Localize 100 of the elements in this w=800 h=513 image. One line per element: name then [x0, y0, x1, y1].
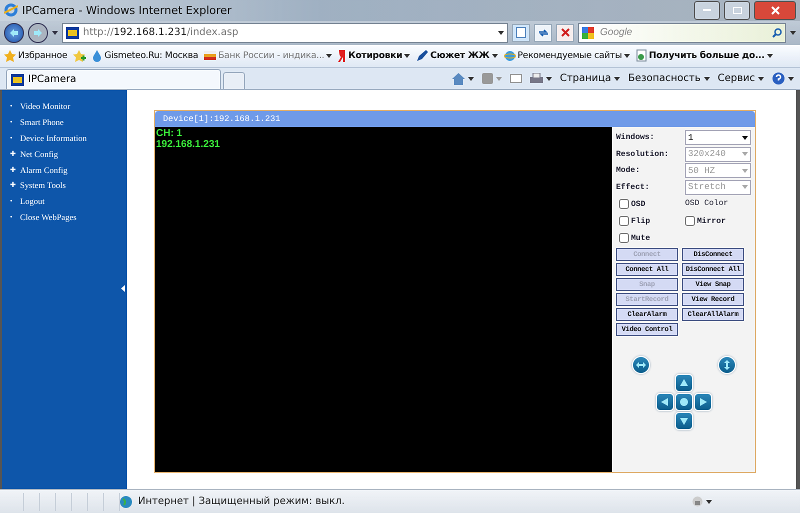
globe-icon: [504, 50, 516, 62]
close-icon: [770, 6, 780, 15]
caret-icon: [468, 76, 474, 81]
center-button[interactable]: [674, 393, 692, 412]
refresh-icon: [538, 28, 548, 38]
setting-label: Windows:: [616, 133, 654, 142]
caret-icon: [614, 76, 620, 81]
caret-icon: [492, 54, 498, 58]
minimize-button[interactable]: [694, 0, 720, 20]
add-favorite-icon[interactable]: [73, 50, 86, 62]
search-icon[interactable]: [772, 28, 782, 38]
caret-icon: [498, 30, 504, 35]
caret-icon: [788, 76, 794, 81]
security-zone-label: Интернет | Защищенный режим: выкл.: [138, 496, 345, 508]
checkbox[interactable]: [619, 216, 629, 226]
checkbox-label: Flip: [631, 216, 650, 226]
globe-icon: [120, 496, 132, 508]
ip-label: 192.168.1.231: [156, 139, 221, 150]
compatibility-button[interactable]: [512, 24, 530, 42]
setting-label: Effect:: [616, 182, 650, 192]
right-arrow-icon: [33, 28, 43, 38]
maximize-icon: [732, 6, 742, 14]
up-arrow-icon: [678, 378, 688, 388]
left-arrow-icon: [9, 28, 19, 38]
setting-select[interactable]: 1: [685, 130, 751, 146]
favorites-button[interactable]: Избранное: [4, 50, 68, 62]
close-icon: [560, 28, 570, 38]
close-button[interactable]: [754, 0, 796, 20]
help-icon: [772, 72, 785, 86]
zoom-button[interactable]: [692, 496, 712, 508]
caret-icon: [742, 168, 748, 173]
flag-icon: [204, 50, 216, 61]
favorite-link[interactable]: Котировки: [338, 50, 410, 62]
star-icon: [4, 50, 16, 62]
back-button[interactable]: [4, 22, 24, 43]
horizontal-arrows-icon: [636, 360, 646, 370]
forward-button[interactable]: [28, 22, 48, 43]
checkbox-label: Mirror: [697, 216, 726, 226]
horizontal-scan-button[interactable]: [632, 356, 650, 374]
checkbox[interactable]: [685, 216, 695, 226]
device-title: Device[1]:192.168.1.231: [155, 111, 755, 128]
caret-icon: [706, 500, 712, 504]
search-provider-icon: [582, 26, 594, 39]
caret-icon: [496, 76, 502, 81]
help-button[interactable]: [772, 72, 794, 86]
logo-icon: [66, 26, 79, 39]
page-icon: [636, 49, 647, 62]
vertical-arrows-icon: [722, 360, 732, 370]
vertical-scan-button[interactable]: [718, 356, 736, 374]
minimize-icon: [703, 8, 711, 12]
caret-icon: [52, 30, 58, 35]
pen-icon: [416, 50, 428, 62]
caret-icon: [758, 76, 764, 81]
command-menu[interactable]: Безопасность: [628, 73, 710, 84]
right-arrow-icon: [698, 397, 708, 408]
print-button[interactable]: [530, 73, 552, 84]
circle-icon: [678, 397, 688, 408]
caret-icon: [326, 54, 332, 58]
checkbox[interactable]: [619, 198, 629, 209]
osd-color-label: OSD Color: [685, 199, 728, 208]
command-menu[interactable]: Сервис: [718, 73, 764, 84]
pan-left-button[interactable]: [656, 393, 674, 412]
logo-icon: [11, 74, 24, 86]
window-title: IPCamera - Windows Internet Explorer: [22, 4, 233, 17]
caret-icon: [742, 185, 748, 190]
channel-label: CH: 1: [156, 128, 184, 140]
browser-tab[interactable]: IPCamera: [6, 69, 221, 90]
down-arrow-icon: [678, 416, 688, 426]
favorite-link[interactable]: Банк России - индика...: [204, 50, 332, 61]
search-field[interactable]: Google: [578, 22, 786, 43]
command-menu[interactable]: Страница: [560, 73, 620, 84]
pan-down-button[interactable]: [674, 412, 692, 430]
letter-mark-icon: [338, 50, 346, 62]
pan-up-button[interactable]: [674, 374, 692, 392]
maximize-button[interactable]: [724, 0, 750, 20]
favorite-link[interactable]: Gismeteo.Ru: Москва: [92, 50, 198, 62]
home-icon: [452, 72, 465, 85]
favorite-link[interactable]: Рекомендуемые сайты: [504, 50, 630, 62]
favorite-link[interactable]: Сюжет ЖЖ: [416, 50, 498, 62]
address-field[interactable]: http://192.168.1.231/index.asp: [62, 22, 508, 43]
caret-icon: [790, 30, 796, 35]
favorite-link[interactable]: Получить больше до...: [636, 49, 773, 62]
checkbox[interactable]: [619, 232, 629, 243]
caret-icon: [546, 76, 552, 81]
left-arrow-icon: [660, 397, 670, 408]
search-input[interactable]: Google: [598, 26, 768, 40]
collapse-arrow-icon[interactable]: [121, 285, 125, 292]
caret-icon: [704, 76, 710, 81]
drop-icon: [92, 50, 102, 62]
checkbox-label: Mute: [631, 234, 650, 243]
refresh-button[interactable]: [534, 24, 552, 42]
browser-logo-icon: [4, 3, 18, 18]
mail-button[interactable]: [510, 74, 522, 84]
caret-icon: [404, 54, 410, 58]
caret-icon: [624, 54, 630, 58]
home-button[interactable]: [452, 72, 474, 85]
caret-icon: [742, 152, 748, 156]
stop-button[interactable]: [556, 24, 574, 42]
printer-icon: [530, 73, 543, 84]
pan-right-button[interactable]: [694, 393, 712, 412]
